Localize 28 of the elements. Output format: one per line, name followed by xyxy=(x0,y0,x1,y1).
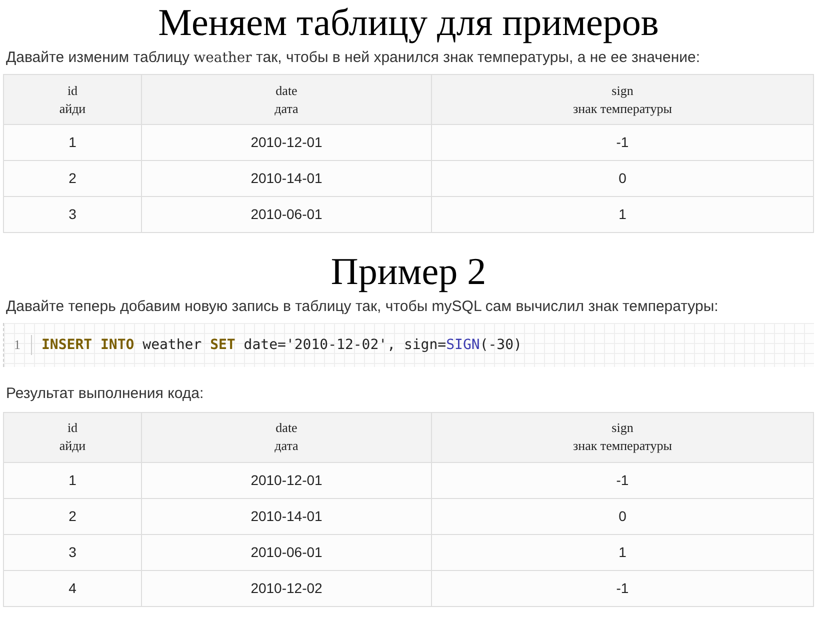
code-line: INSERT INTO weather SET date='2010-12-02', sign=SIGN(-30) xyxy=(40,336,522,354)
line-number: 1 xyxy=(4,335,32,355)
table-cell: -1 xyxy=(432,570,814,606)
table-cell: 4 xyxy=(4,570,142,606)
table-cell: 3 xyxy=(4,534,142,570)
table-cell: 1 xyxy=(4,462,142,498)
table-cell: 2010-12-02 xyxy=(142,570,432,606)
result-label: Результат выполнения кода: xyxy=(5,384,205,404)
table-cell: 1 xyxy=(432,196,814,232)
table-cell: 1 xyxy=(432,534,814,570)
table-cell: 2 xyxy=(4,498,142,534)
column-header: sign знак температуры xyxy=(432,412,814,462)
table-cell: 0 xyxy=(432,498,814,534)
table-cell: -1 xyxy=(432,462,814,498)
table-cell: 2010-14-01 xyxy=(142,498,432,534)
table-cell: 2010-06-01 xyxy=(142,534,432,570)
column-header: date дата xyxy=(142,412,432,462)
column-header: date дата xyxy=(142,74,432,124)
intro-text: Давайте теперь добавим новую запись в таблицу так, чтобы mySQL сам вычислил знак температуры: xyxy=(5,297,720,317)
column-header: sign знак температуры xyxy=(432,74,814,124)
table-cell: 3 xyxy=(4,196,142,232)
section-heading: Пример 2 xyxy=(330,250,488,293)
column-header: id айди xyxy=(4,412,142,462)
table-cell: 2010-12-01 xyxy=(142,462,432,498)
section-heading: Меняем таблицу для примеров xyxy=(157,1,660,44)
column-header: id айди xyxy=(4,74,142,124)
intro-text: Давайте изменим таблицу weather так, чтобы в ней хранился знак температуры, а не ее значение: xyxy=(5,48,701,68)
table-cell: 2010-06-01 xyxy=(142,196,432,232)
